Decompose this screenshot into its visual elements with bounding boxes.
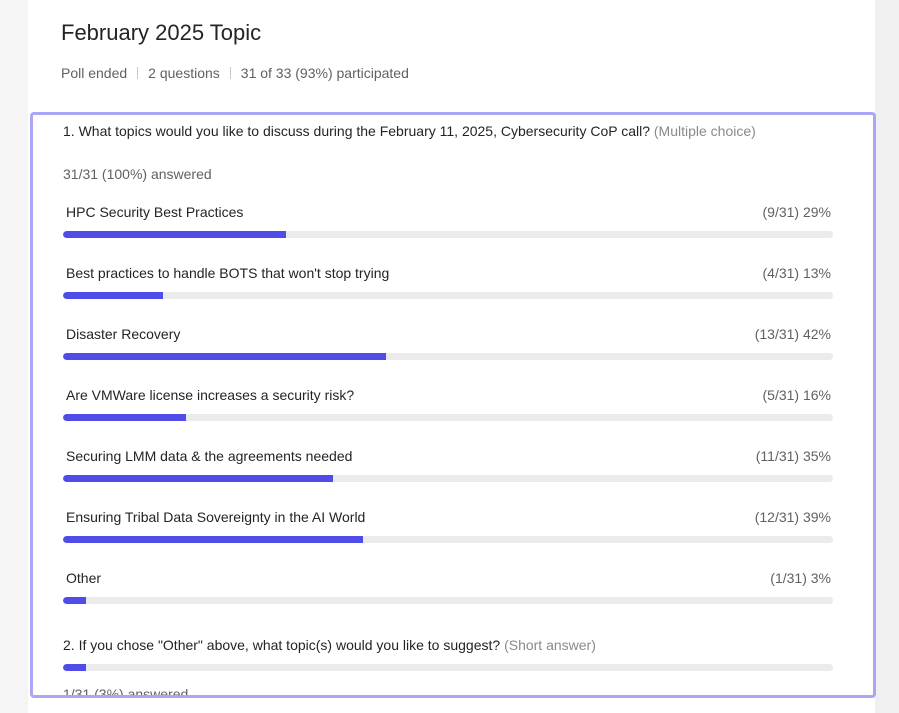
option-label: Ensuring Tribal Data Sovereignty in the …	[66, 509, 366, 525]
option-label: Are VMWare license increases a security …	[66, 387, 355, 403]
question-2-type: (Short answer)	[504, 637, 596, 653]
option-stat: (5/31) 16%	[762, 387, 831, 403]
option-stat: (13/31) 42%	[754, 326, 831, 342]
question-1-prompt: 1. What topics would you like to discuss…	[63, 123, 650, 139]
question-2-bar-track	[63, 664, 833, 671]
left-gutter	[0, 0, 28, 713]
question-2-answered: 1/31 (3%) answered	[63, 686, 189, 698]
poll-status: Poll ended	[61, 65, 128, 81]
option-row: Disaster Recovery (13/31) 42%	[63, 325, 833, 369]
option-bar-fill	[63, 353, 387, 360]
poll-question-count: 2 questions	[148, 65, 220, 81]
option-bar-fill	[63, 536, 364, 543]
question-2-text: 2. If you chose "Other" above, what topi…	[63, 636, 596, 654]
option-bar-fill	[63, 292, 164, 299]
question-card[interactable]: 1. What topics would you like to discuss…	[30, 112, 876, 698]
option-stat: (11/31) 35%	[755, 448, 831, 464]
meta-divider	[137, 67, 139, 79]
option-bar-track	[63, 475, 833, 482]
option-bar-track	[63, 292, 833, 299]
option-label: HPC Security Best Practices	[66, 204, 244, 220]
option-stat: (1/31) 3%	[770, 570, 831, 586]
option-bar-track	[63, 536, 833, 543]
option-label: Other	[66, 570, 102, 586]
question-2-prompt: 2. If you chose "Other" above, what topi…	[63, 637, 501, 653]
option-stat: (4/31) 13%	[762, 265, 831, 281]
option-bar-fill	[63, 414, 187, 421]
question-1-text: 1. What topics would you like to discuss…	[63, 122, 823, 141]
option-label: Best practices to handle BOTS that won't…	[66, 265, 390, 281]
meta-divider	[229, 67, 231, 79]
option-bar-track	[63, 597, 833, 604]
option-label: Disaster Recovery	[66, 326, 181, 342]
option-bar-fill	[63, 475, 333, 482]
option-bar-track	[63, 231, 833, 238]
question-1-answered: 31/31 (100%) answered	[63, 166, 212, 182]
poll-meta: Poll ended 2 questions 31 of 33 (93%) part…	[61, 64, 409, 82]
poll-title: February 2025 Topic	[61, 20, 262, 45]
question-2-bar-fill	[63, 664, 87, 671]
option-bar-fill	[63, 231, 287, 238]
option-bar-track	[63, 353, 833, 360]
option-row: Ensuring Tribal Data Sovereignty in the …	[63, 508, 833, 552]
option-row: Best practices to handle BOTS that won't…	[63, 264, 833, 308]
option-row: Securing LMM data & the agreements neede…	[63, 447, 833, 491]
poll-results-page: February 2025 Topic Poll ended 2 question…	[0, 0, 899, 713]
option-bar-fill	[63, 597, 87, 604]
option-row: Are VMWare license increases a security …	[63, 386, 833, 430]
option-row: HPC Security Best Practices (9/31) 29%	[63, 203, 833, 247]
option-row: Other (1/31) 3%	[63, 569, 833, 613]
poll-participation: 31 of 33 (93%) participated	[240, 65, 409, 81]
question-1-type: (Multiple choice)	[653, 123, 756, 139]
right-scroll-gutter[interactable]	[875, 0, 899, 713]
option-label: Securing LMM data & the agreements neede…	[66, 448, 353, 464]
option-stat: (12/31) 39%	[754, 509, 831, 525]
option-bar-track	[63, 414, 833, 421]
option-stat: (9/31) 29%	[762, 204, 831, 220]
